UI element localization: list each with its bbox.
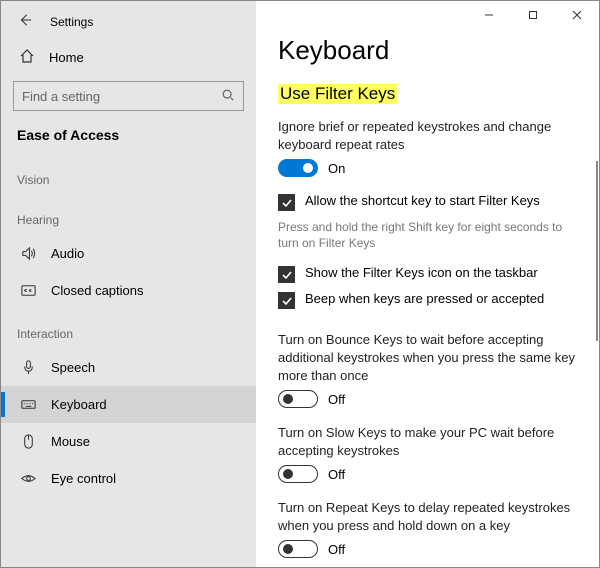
taskbar-check-label: Show the Filter Keys icon on the taskbar	[305, 265, 538, 280]
shortcut-subtext: Press and hold the right Shift key for e…	[278, 219, 577, 251]
bounce-desc: Turn on Bounce Keys to wait before accep…	[278, 331, 577, 384]
search-input[interactable]	[22, 89, 215, 104]
home-label: Home	[49, 50, 84, 65]
sidebar-item-speech[interactable]: Speech	[1, 349, 256, 386]
speech-icon	[19, 359, 37, 376]
nav-label: Speech	[51, 360, 95, 375]
shortcut-checkbox[interactable]	[278, 194, 295, 211]
nav-label: Mouse	[51, 434, 90, 449]
sidebar-item-audio[interactable]: Audio	[1, 235, 256, 272]
app-title: Settings	[50, 15, 93, 29]
mouse-icon	[19, 433, 37, 450]
sidebar: Settings Home Ease of Access Vision Hear…	[1, 1, 256, 567]
cc-icon	[19, 282, 37, 299]
sidebar-item-eye-control[interactable]: Eye control	[1, 460, 256, 497]
filter-keys-toggle-label: On	[328, 161, 345, 176]
nav-label: Keyboard	[51, 397, 107, 412]
bounce-toggle[interactable]	[278, 390, 318, 408]
minimize-button[interactable]	[467, 1, 511, 29]
search-input-container[interactable]	[13, 81, 244, 111]
repeat-toggle-label: Off	[328, 542, 345, 557]
search-icon	[221, 88, 235, 105]
beep-checkbox[interactable]	[278, 292, 295, 309]
group-hearing: Hearing	[1, 195, 256, 235]
sidebar-item-closed-captions[interactable]: Closed captions	[1, 272, 256, 309]
group-interaction: Interaction	[1, 309, 256, 349]
content-panel: Keyboard Use Filter Keys Ignore brief or…	[256, 1, 599, 567]
nav-label: Closed captions	[51, 283, 144, 298]
ease-of-access-label: Ease of Access	[1, 121, 256, 155]
eye-icon	[19, 470, 37, 487]
home-icon	[19, 48, 35, 67]
group-vision: Vision	[1, 155, 256, 195]
taskbar-checkbox[interactable]	[278, 266, 295, 283]
sidebar-item-mouse[interactable]: Mouse	[1, 423, 256, 460]
sidebar-item-home[interactable]: Home	[1, 38, 256, 77]
back-icon[interactable]	[18, 13, 32, 30]
nav-label: Audio	[51, 246, 84, 261]
section-title: Use Filter Keys	[278, 84, 397, 104]
filter-keys-toggle[interactable]	[278, 159, 318, 177]
filter-keys-desc: Ignore brief or repeated keystrokes and …	[278, 118, 577, 153]
slow-toggle[interactable]	[278, 465, 318, 483]
audio-icon	[19, 245, 37, 262]
bounce-toggle-label: Off	[328, 392, 345, 407]
repeat-toggle[interactable]	[278, 540, 318, 558]
beep-check-label: Beep when keys are pressed or accepted	[305, 291, 544, 306]
repeat-desc: Turn on Repeat Keys to delay repeated ke…	[278, 499, 577, 534]
sidebar-item-keyboard[interactable]: Keyboard	[1, 386, 256, 423]
keyboard-icon	[19, 396, 37, 413]
slow-desc: Turn on Slow Keys to make your PC wait b…	[278, 424, 577, 459]
scrollbar[interactable]	[596, 161, 598, 341]
maximize-button[interactable]	[511, 1, 555, 29]
page-title: Keyboard	[278, 35, 577, 66]
shortcut-check-label: Allow the shortcut key to start Filter K…	[305, 193, 540, 208]
close-button[interactable]	[555, 1, 599, 29]
nav-label: Eye control	[51, 471, 116, 486]
slow-toggle-label: Off	[328, 467, 345, 482]
